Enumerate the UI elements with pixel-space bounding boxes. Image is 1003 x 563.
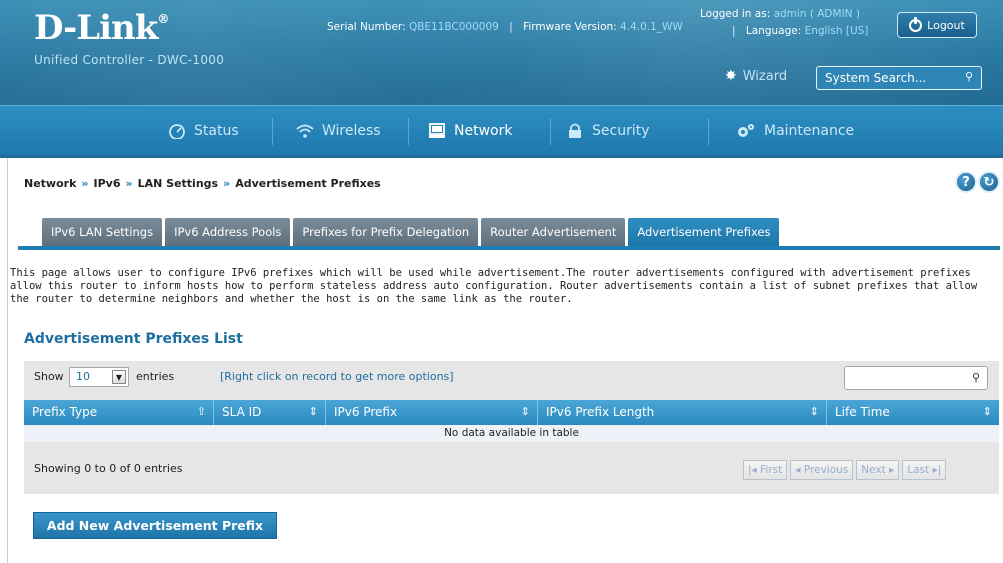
- language-label: Language:: [745, 25, 802, 37]
- device-info-line: Serial Number: QBE11BC000009 | Firmware …: [327, 21, 683, 33]
- logout-button[interactable]: Logout: [897, 12, 977, 38]
- column-ipv6-prefix-length[interactable]: IPv6 Prefix Length ⇕: [538, 400, 827, 425]
- section-title: Advertisement Prefixes List: [24, 331, 243, 347]
- nav-wireless[interactable]: Wireless: [296, 106, 381, 156]
- logout-label: Logout: [927, 18, 965, 32]
- breadcrumb-current: Advertisement Prefixes: [235, 177, 381, 190]
- product-subtitle: Unified Controller - DWC-1000: [34, 53, 225, 67]
- pager-next-button[interactable]: Next ▸: [856, 460, 900, 480]
- breadcrumb-item[interactable]: LAN Settings: [138, 177, 218, 190]
- system-search-placeholder: System Search...: [825, 71, 927, 85]
- serial-label: Serial Number:: [327, 21, 406, 33]
- nav-network[interactable]: Network: [428, 106, 512, 156]
- table-info: Showing 0 to 0 of 0 entries: [34, 462, 183, 475]
- tab-advertisement-prefixes[interactable]: Advertisement Prefixes: [628, 218, 780, 246]
- breadcrumb-item[interactable]: Network: [24, 177, 76, 190]
- language-info: | Language: English [US]: [732, 25, 868, 37]
- nav-underline: [0, 155, 1003, 158]
- nav-label: Network: [454, 123, 513, 139]
- entries-per-page-value: 10: [76, 370, 90, 383]
- search-icon[interactable]: ⚲: [972, 371, 980, 384]
- divider: |: [509, 21, 513, 33]
- app-header: D-Link® Unified Controller - DWC-1000 Lo…: [0, 0, 1003, 105]
- entries-label: entries: [136, 370, 175, 383]
- content-border: [7, 158, 8, 563]
- serial-value: QBE11BC000009: [408, 21, 499, 33]
- main-nav: Status Wireless Network Security Mainten…: [0, 105, 1003, 155]
- divider: |: [732, 25, 736, 37]
- system-search-input[interactable]: System Search... ⚲: [816, 66, 982, 90]
- sort-both-icon: ⇕: [982, 405, 992, 418]
- tab-ipv6-lan-settings[interactable]: IPv6 LAN Settings: [42, 218, 163, 246]
- entries-per-page-select[interactable]: 10 ▼: [69, 367, 129, 387]
- gears-icon: [738, 124, 754, 137]
- right-click-hint: [Right click on record to get more optio…: [220, 370, 454, 383]
- breadcrumb-separator: »: [125, 177, 133, 190]
- nav-status[interactable]: Status: [168, 106, 239, 156]
- sort-both-icon: ⇕: [520, 405, 530, 418]
- firmware-value: 4.4.0.1_WW: [620, 21, 683, 33]
- nav-security[interactable]: Security: [566, 106, 650, 156]
- add-advertisement-prefix-button[interactable]: Add New Advertisement Prefix: [33, 512, 277, 539]
- prefix-table-panel: Show 10 ▼ entries [Right click on record…: [24, 361, 999, 494]
- help-icon[interactable]: ?: [955, 171, 977, 193]
- nav-divider: [408, 118, 409, 145]
- breadcrumb: Network » IPv6 » LAN Settings » Advertisement …: [24, 177, 381, 190]
- lock-icon: [569, 123, 581, 138]
- show-label: Show: [34, 370, 64, 383]
- nav-label: Maintenance: [764, 123, 855, 139]
- tab-bar: IPv6 LAN Settings IPv6 Address Pools Pre…: [42, 218, 780, 246]
- nav-divider: [550, 118, 551, 145]
- search-icon[interactable]: ⚲: [965, 70, 973, 83]
- pager-previous-button[interactable]: ◂ Previous: [790, 460, 854, 480]
- monitor-icon: [429, 123, 445, 138]
- breadcrumb-item[interactable]: IPv6: [94, 177, 121, 190]
- logged-in-user: admin ( ADMIN ): [773, 8, 860, 20]
- sort-both-icon: ⇕: [308, 405, 318, 418]
- nav-divider: [708, 118, 709, 145]
- pager-last-button[interactable]: Last ▸|: [902, 460, 947, 480]
- power-icon: [909, 16, 923, 32]
- table-search-input[interactable]: ⚲: [844, 366, 988, 390]
- logged-in-info: Logged in as: admin ( ADMIN ): [700, 8, 860, 20]
- nav-label: Status: [194, 123, 239, 139]
- firmware-label: Firmware Version:: [523, 21, 617, 33]
- nav-label: Security: [592, 123, 650, 139]
- pagination: |◂ First ◂ Previous Next ▸ Last ▸|: [743, 460, 947, 480]
- dlink-logo: D-Link®: [34, 8, 169, 48]
- wizard-link[interactable]: ✸ Wizard: [725, 68, 787, 84]
- sort-asc-icon: ⇧: [196, 405, 206, 418]
- column-ipv6-prefix[interactable]: IPv6 Prefix ⇕: [326, 400, 538, 425]
- logged-in-label: Logged in as:: [700, 8, 771, 20]
- empty-table-message: No data available in table: [24, 425, 999, 442]
- table-header: Prefix Type ⇧ SLA ID ⇕ IPv6 Prefix ⇕ IPv6 P…: [24, 400, 999, 425]
- breadcrumb-separator: »: [81, 177, 89, 190]
- chevron-down-icon[interactable]: ▼: [112, 370, 126, 384]
- column-sla-id[interactable]: SLA ID ⇕: [214, 400, 326, 425]
- column-prefix-type[interactable]: Prefix Type ⇧: [24, 400, 214, 425]
- page-description: This page allows user to configure IPv6 …: [10, 267, 978, 305]
- nav-label: Wireless: [322, 123, 381, 139]
- tab-router-advertisement[interactable]: Router Advertisement: [481, 218, 626, 246]
- magic-wand-icon: ✸: [725, 68, 737, 84]
- refresh-icon[interactable]: ↻: [978, 171, 1000, 193]
- tab-ipv6-address-pools[interactable]: IPv6 Address Pools: [165, 218, 291, 246]
- tab-prefixes-for-prefix-delegation[interactable]: Prefixes for Prefix Delegation: [293, 218, 479, 246]
- wizard-label: Wizard: [742, 68, 788, 84]
- nav-divider: [272, 118, 273, 145]
- language-value[interactable]: English [US]: [805, 25, 869, 37]
- pager-first-button[interactable]: |◂ First: [743, 460, 788, 480]
- sort-both-icon: ⇕: [809, 405, 819, 418]
- wifi-icon: [296, 124, 314, 138]
- gauge-icon: [169, 124, 185, 139]
- column-life-time[interactable]: Life Time ⇕: [827, 400, 999, 425]
- breadcrumb-separator: »: [223, 177, 231, 190]
- tab-underline: [18, 246, 1000, 250]
- nav-maintenance[interactable]: Maintenance: [734, 106, 854, 156]
